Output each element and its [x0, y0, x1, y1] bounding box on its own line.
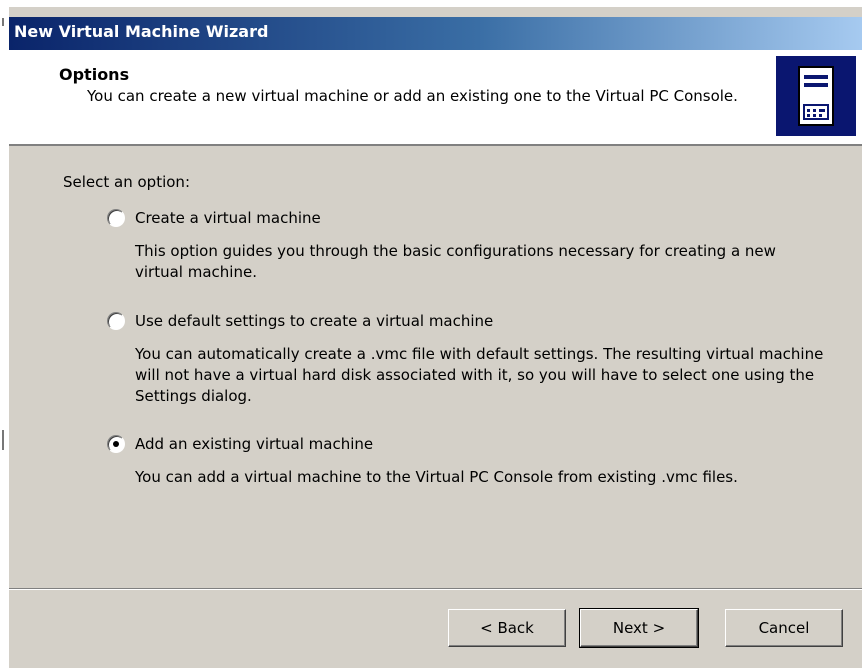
window-title: New Virtual Machine Wizard	[14, 22, 269, 41]
option-default-settings[interactable]: Use default settings to create a virtual…	[107, 312, 493, 330]
option-add-existing-label: Add an existing virtual machine	[135, 435, 374, 453]
option-default-settings-label: Use default settings to create a virtual…	[135, 312, 494, 330]
wizard-window: New Virtual Machine Wizard Options You c…	[9, 7, 862, 668]
option-add-existing[interactable]: Add an existing virtual machine	[107, 435, 373, 453]
edge-artifact	[2, 430, 4, 450]
edge-artifact	[2, 18, 4, 26]
option-default-settings-description: You can automatically create a .vmc file…	[135, 345, 824, 405]
page-title: Options	[59, 65, 130, 84]
back-button[interactable]: < Back	[448, 609, 566, 647]
wizard-content: Select an option: Create a virtual machi…	[9, 146, 862, 586]
footer-separator	[9, 588, 862, 590]
wizard-header: Options You can create a new virtual mac…	[9, 50, 862, 146]
server-tower-icon	[776, 56, 856, 136]
left-edge-strip	[0, 0, 9, 668]
page-subtitle: You can create a new virtual machine or …	[87, 87, 738, 105]
radio-add-existing[interactable]	[107, 435, 125, 453]
option-create-vm[interactable]: Create a virtual machine	[107, 209, 321, 227]
cancel-button[interactable]: Cancel	[725, 609, 843, 647]
option-create-vm-description: This option guides you through the basic…	[135, 242, 776, 281]
title-bar[interactable]: New Virtual Machine Wizard	[9, 17, 862, 50]
select-option-prompt: Select an option:	[63, 173, 190, 191]
option-add-existing-description: You can add a virtual machine to the Vir…	[135, 468, 738, 486]
radio-create-vm[interactable]	[107, 209, 125, 227]
radio-default-settings[interactable]	[107, 312, 125, 330]
option-create-vm-label: Create a virtual machine	[135, 209, 321, 227]
next-button[interactable]: Next >	[579, 608, 699, 648]
